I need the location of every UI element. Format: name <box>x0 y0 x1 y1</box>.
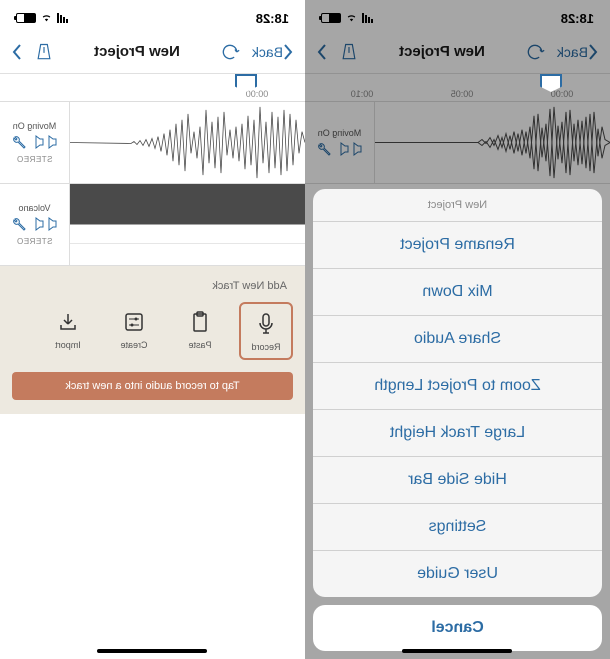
track-name: Volcano <box>18 203 50 213</box>
record-label: Record <box>252 342 281 352</box>
sheet-hidesidebar[interactable]: Hide Side Bar <box>313 457 602 504</box>
waveform[interactable] <box>70 102 305 183</box>
create-label: Create <box>121 340 148 350</box>
track-mode: STEREO <box>17 155 53 164</box>
status-bar: 18:28 <box>0 0 305 30</box>
phone-screen-left: 18:28 Back New Project 00:00 00:05 00 <box>305 0 610 659</box>
phone-screen-right: 18:28 Back New Project 00:00 <box>0 0 305 659</box>
sheet-share[interactable]: Share Audio <box>313 316 602 363</box>
add-track-panel: Add New Track Record Paste Create <box>0 266 305 414</box>
waveform[interactable] <box>70 184 305 265</box>
add-track-title: Add New Track <box>12 280 293 292</box>
clipboard-icon <box>186 308 214 336</box>
action-sheet: New Project Rename Project Mix Down Shar… <box>313 189 602 651</box>
record-button[interactable]: Record <box>239 302 293 360</box>
signal-icon <box>57 13 68 23</box>
sliders-icon <box>120 308 148 336</box>
sheet-cancel[interactable]: Cancel <box>313 605 602 651</box>
timeline-ruler[interactable]: 00:00 <box>0 74 305 102</box>
home-indicator <box>403 649 513 653</box>
back-label: Back <box>252 44 283 60</box>
undo-icon[interactable] <box>220 42 240 62</box>
paste-button[interactable]: Paste <box>173 302 227 360</box>
sheet-settings[interactable]: Settings <box>313 504 602 551</box>
sheet-trackheight[interactable]: Large Track Height <box>313 410 602 457</box>
track-row[interactable]: Volcano STEREO <box>0 184 305 266</box>
page-title: New Project <box>94 43 180 60</box>
tip-bar: Tap to record audio into a new track <box>12 372 293 400</box>
paste-label: Paste <box>189 340 212 350</box>
track-controls: Moving On STEREO <box>0 102 70 183</box>
track-name: Moving On <box>13 121 57 131</box>
metronome-icon[interactable] <box>34 42 54 62</box>
track-mode: STEREO <box>17 237 53 246</box>
import-label: Import <box>55 340 81 350</box>
sheet-header: New Project <box>313 189 602 222</box>
wrench-icon[interactable] <box>12 135 28 151</box>
playhead[interactable] <box>235 74 257 98</box>
import-icon <box>54 308 82 336</box>
battery-icon <box>16 13 36 23</box>
track-row[interactable]: Moving On STEREO <box>0 102 305 184</box>
home-indicator <box>98 649 208 653</box>
sheet-mixdown[interactable]: Mix Down <box>313 269 602 316</box>
import-button[interactable]: Import <box>41 302 95 360</box>
wifi-icon <box>40 13 53 23</box>
mic-icon <box>252 310 280 338</box>
sheet-rename[interactable]: Rename Project <box>313 222 602 269</box>
back-button[interactable]: Back <box>252 44 293 60</box>
add-buttons: Record Paste Create Import <box>12 302 293 360</box>
speaker-icon[interactable] <box>36 217 58 231</box>
playhead[interactable] <box>540 74 562 98</box>
wrench-icon[interactable] <box>12 217 28 233</box>
sheet-userguide[interactable]: User Guide <box>313 551 602 597</box>
tracks-area: Moving On STEREO Volcano <box>0 102 305 266</box>
track-controls: Volcano STEREO <box>0 184 70 265</box>
status-time: 18:28 <box>256 11 289 26</box>
speaker-icon[interactable] <box>36 135 58 149</box>
status-icons <box>16 13 68 23</box>
create-button[interactable]: Create <box>107 302 161 360</box>
sheet-zoom[interactable]: Zoom to Project Length <box>313 363 602 410</box>
forward-icon[interactable] <box>12 44 22 60</box>
nav-bar: Back New Project <box>0 30 305 74</box>
